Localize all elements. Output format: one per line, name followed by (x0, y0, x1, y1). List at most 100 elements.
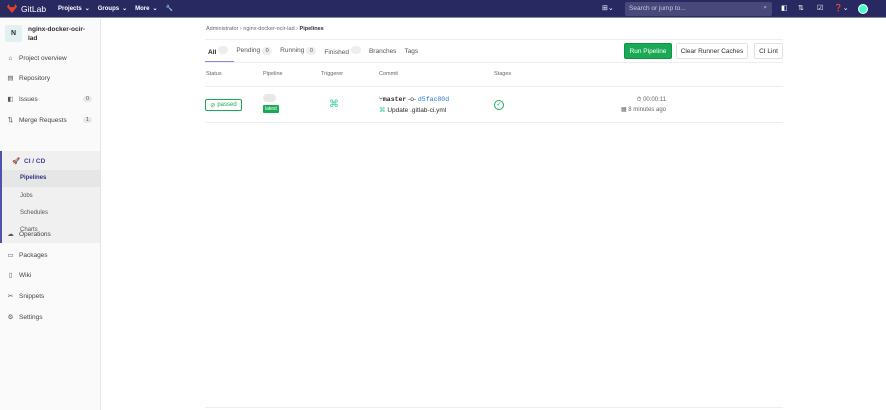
divider (205, 407, 783, 408)
active-highlight (2, 170, 100, 187)
merge-requests-icon[interactable]: ⇅ (798, 4, 804, 12)
new-plus-icon[interactable]: ⊞⌄ (602, 4, 614, 12)
tab-count (350, 46, 361, 54)
issues-count: 0 (82, 96, 92, 102)
duration: ⏱ 00:00:11 (600, 97, 666, 104)
tab-label: All (208, 49, 217, 56)
admin-wrench-icon[interactable]: 🔧 (166, 5, 173, 12)
label: Snippets (19, 292, 45, 300)
merge-icon: ⇅ (7, 117, 14, 124)
label: Repository (19, 74, 51, 82)
sidebar: Nnginx-docker-ocir-lad ⌂ Project overview… (0, 19, 101, 410)
search-placeholder: Search or jump to... (629, 5, 686, 12)
crumb-admin[interactable]: Administrator (206, 26, 238, 32)
sidebar-item-settings[interactable]: ⚙ Settings (0, 308, 100, 326)
tab-running[interactable]: Running 0 (280, 47, 317, 55)
tab-all[interactable]: All (208, 46, 229, 56)
header-stages: Stages (494, 71, 512, 77)
status-text: passed (217, 102, 237, 108)
project-name: nginx-docker-ocir-lad (28, 26, 86, 42)
commit-ref: ⑂master -o- d5fac80d (379, 96, 449, 103)
sidebar-item-repository[interactable]: ▤ Repository (0, 69, 100, 87)
status-badge[interactable]: ⊘ passed (205, 99, 242, 111)
header-commit: Commit (379, 71, 398, 77)
sidebar-item-wiki[interactable]: ▯ Wiki (0, 266, 100, 284)
run-pipeline-button[interactable]: Run Pipeline (624, 43, 672, 59)
tab-label: Running (280, 47, 305, 54)
search-input[interactable]: Search or jump to... ⌕ (625, 2, 772, 16)
tab-count: 0 (306, 47, 317, 55)
user-avatar[interactable] (858, 4, 868, 14)
breadcrumb: Administrator › nginx-docker-ocir-lad › … (206, 26, 324, 32)
scissors-icon: ✂ (7, 293, 14, 300)
help-icon[interactable]: ❓⌄ (834, 4, 849, 12)
sidebar-item-packages[interactable]: ▭ Packages (0, 246, 100, 264)
sidebar-item-merge-requests[interactable]: ⇅ Merge Requests 1 (0, 111, 100, 129)
divider (205, 122, 783, 123)
check-circle-icon: ⊘ (210, 102, 216, 109)
divider (205, 86, 783, 87)
commit-title: ⌘ Update .gitlab-ci.yml (379, 106, 446, 114)
projects-menu[interactable]: Projects ⌄ (58, 5, 90, 13)
commit-icon: -o- (408, 96, 417, 103)
author-avatar-icon: ⌘ (379, 107, 386, 114)
issues-icon[interactable]: ◧ (781, 4, 788, 12)
tab-label: Pending (236, 47, 261, 54)
tab-pending[interactable]: Pending 0 (236, 47, 273, 55)
duration-text: 00:00:11 (643, 97, 666, 103)
tab-count: 0 (262, 47, 273, 55)
mr-count: 1 (82, 117, 92, 123)
ci-lint-button[interactable]: CI Lint (754, 43, 783, 59)
book-icon: ▯ (8, 272, 13, 279)
tab-tags[interactable]: Tags (404, 48, 418, 55)
label: Settings (19, 313, 43, 321)
sidebar-sub-schedules[interactable]: Schedules (20, 210, 48, 216)
gitlab-logo[interactable]: GitLab (7, 4, 46, 14)
top-navbar: GitLab Projects ⌄ Groups ⌄ More ⌄ 🔧 ⊞⌄ Sear… (0, 0, 886, 18)
tab-count (218, 46, 229, 54)
home-icon: ⌂ (8, 54, 13, 62)
latest-badge: latest (263, 105, 279, 113)
projects-label: Projects (58, 5, 82, 12)
commit-sha-link[interactable]: d5fac80d (418, 96, 449, 103)
sidebar-item-issues[interactable]: ◧ Issues 0 (0, 90, 100, 108)
sidebar-item-cicd[interactable]: 🚀 CI / CD (5, 152, 105, 170)
pipeline-id-link[interactable] (263, 94, 276, 102)
more-label: More (135, 5, 150, 12)
pipeline-tabs: All Pending 0 Running 0 Finished Branches … (208, 46, 418, 56)
finished-text: 8 minutes ago (628, 107, 666, 113)
tab-finished[interactable]: Finished (324, 46, 361, 56)
project-header[interactable]: Nnginx-docker-ocir-lad (0, 19, 100, 49)
triggerer-avatar-icon[interactable]: ⌘ (329, 99, 339, 110)
label: Merge Requests (19, 116, 67, 124)
calendar-icon: ▦ (620, 107, 627, 113)
project-avatar: N (5, 25, 22, 42)
sidebar-sub-jobs[interactable]: Jobs (20, 193, 33, 199)
groups-menu[interactable]: Groups ⌄ (98, 5, 127, 13)
branch-link[interactable]: master (383, 96, 406, 103)
clear-runner-caches-button[interactable]: Clear Runner Caches (676, 43, 748, 59)
rocket-icon: 🚀 (12, 158, 21, 165)
header-triggerer: Triggerer (321, 71, 344, 77)
tanuki-icon (7, 4, 17, 13)
timer-icon: ⏱ (636, 97, 642, 103)
stage-passed-icon[interactable]: ✓ (494, 100, 504, 110)
label: Wiki (19, 271, 32, 279)
header-pipeline: Pipeline (263, 71, 283, 77)
todos-icon[interactable]: ☑ (817, 4, 823, 12)
label: Project overview (19, 54, 67, 62)
cloud-icon: ☁ (7, 231, 14, 238)
tab-branches[interactable]: Branches (369, 48, 396, 55)
more-menu[interactable]: More ⌄ (135, 5, 157, 13)
package-icon: ▭ (7, 252, 14, 259)
finished-at: ▦ 8 minutes ago (590, 106, 666, 113)
search-icon: ⌕ (763, 4, 767, 11)
sidebar-item-snippets[interactable]: ✂ Snippets (0, 287, 100, 305)
commit-message-link[interactable]: Update .gitlab-ci.yml (387, 107, 446, 114)
crumb-pipelines[interactable]: Pipelines (300, 26, 324, 32)
sidebar-item-operations[interactable]: ☁ Operations (0, 225, 100, 243)
sidebar-item-project-overview[interactable]: ⌂ Project overview (0, 49, 100, 67)
sidebar-sub-pipelines[interactable]: Pipelines (20, 175, 46, 181)
crumb-project[interactable]: nginx-docker-ocir-lad (243, 26, 294, 32)
header-status: Status (206, 71, 222, 77)
